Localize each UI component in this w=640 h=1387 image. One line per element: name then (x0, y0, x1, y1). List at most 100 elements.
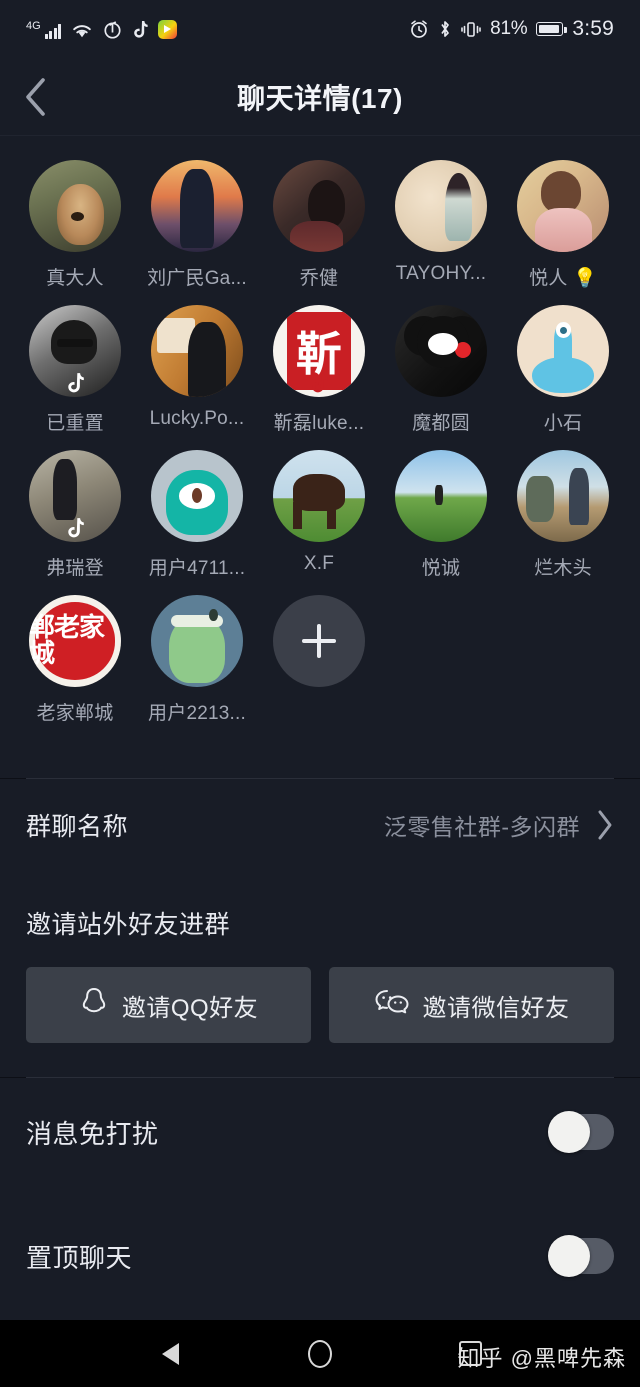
toggle-knob (548, 1235, 590, 1277)
member-item[interactable]: 乔健 (258, 160, 380, 290)
member-item[interactable]: 靳 靳磊luke... (258, 305, 380, 435)
invite-wechat-label: 邀请微信好友 (422, 994, 570, 1022)
member-name: Lucky.Po... (149, 408, 245, 429)
member-item[interactable]: 用户2213... (136, 595, 258, 725)
member-item[interactable]: 魔都圆 (380, 305, 502, 435)
toggles-section: 消息免打扰 置顶聊天 (0, 1078, 640, 1302)
netease-music-icon (103, 20, 122, 39)
member-name: 悦诚 (421, 558, 461, 579)
qq-penguin-icon (79, 986, 109, 1025)
avatar (29, 450, 121, 542)
toggle-label-mute: 消息免打扰 (26, 1118, 159, 1149)
member-name: 已重置 (46, 413, 104, 434)
member-name: TAYOHY... (395, 263, 487, 284)
status-bar-left: 4G (26, 19, 178, 39)
member-row: 真大人 刘广民Ga... 乔健 TAYOHY... 悦人 💡 (0, 160, 640, 290)
member-name: X.F (303, 553, 335, 574)
group-name-row[interactable]: 群聊名称 泛零售社群-多闪群 (0, 779, 640, 871)
member-item[interactable]: 悦人 💡 (502, 160, 624, 290)
douyin-badge-icon (65, 372, 85, 394)
member-row: 已重置 Lucky.Po... 靳 靳磊luke... 魔都圆 小石 (0, 305, 640, 435)
toggle-row-mute[interactable]: 消息免打扰 (0, 1086, 640, 1178)
vibrate-icon (461, 20, 481, 39)
member-item[interactable]: 悦诚 (380, 450, 502, 580)
member-name: 小石 (543, 413, 583, 434)
watermark: 知乎 @黑啤先森 (457, 1346, 626, 1371)
mute-toggle-switch[interactable] (548, 1111, 614, 1153)
toggle-row-pin[interactable]: 置顶聊天 (0, 1210, 640, 1302)
toggle-label-pin: 置顶聊天 (26, 1242, 133, 1273)
member-item[interactable]: 郸老家城 老家郸城 (14, 595, 136, 725)
member-name: 弗瑞登 (46, 558, 104, 579)
toggle-knob (548, 1111, 590, 1153)
avatar (273, 450, 365, 542)
member-slot-empty (502, 595, 624, 725)
member-item[interactable]: Lucky.Po... (136, 305, 258, 435)
avatar (151, 595, 243, 687)
member-name: 老家郸城 (36, 703, 114, 724)
invite-section-title: 邀请站外好友进群 (26, 911, 231, 939)
battery-icon (536, 22, 567, 36)
douyin-badge-icon (65, 517, 85, 539)
member-name: 乔健 (299, 268, 339, 289)
avatar (151, 305, 243, 397)
member-item[interactable]: 弗瑞登 (14, 450, 136, 580)
member-item[interactable]: 小石 (502, 305, 624, 435)
add-member-button[interactable] (273, 595, 365, 687)
avatar: 靳 (273, 305, 365, 397)
nav-home-button[interactable] (245, 1339, 395, 1368)
status-bar-right: 81% 3:59 (409, 17, 614, 41)
section-gap (0, 750, 640, 778)
member-item[interactable]: 已重置 (14, 305, 136, 435)
member-grid: 真大人 刘广民Ga... 乔健 TAYOHY... 悦人 💡 已重置 Lucky… (0, 136, 640, 750)
member-name: 用户4711... (148, 558, 246, 579)
avatar (517, 305, 609, 397)
member-row: 弗瑞登 用户4711... X.F 悦诚 烂木头 (0, 450, 640, 580)
invite-section: 邀请站外好友进群 邀请QQ好友 邀请微信好友 (0, 871, 640, 1077)
douyin-badge-icon (187, 372, 207, 394)
avatar-seal-text: 靳 (296, 327, 342, 381)
member-item[interactable]: 烂木头 (502, 450, 624, 580)
avatar (151, 450, 243, 542)
nav-back-triangle-icon (161, 1342, 179, 1365)
avatar (29, 160, 121, 252)
back-button[interactable] (0, 58, 72, 136)
avatar (395, 450, 487, 542)
bluetooth-icon (438, 19, 452, 39)
member-name: 烂木头 (534, 558, 592, 579)
system-nav-bar: 知乎 @黑啤先森 (0, 1320, 640, 1387)
invite-buttons-row: 邀请QQ好友 邀请微信好友 (0, 941, 640, 1077)
member-name: 魔都圆 (412, 413, 470, 434)
app-icon (158, 19, 178, 39)
wechat-icon (374, 987, 410, 1024)
invite-qq-button[interactable]: 邀请QQ好友 (26, 967, 311, 1043)
page-header: 聊天详情(17) (0, 58, 640, 136)
invite-wechat-button[interactable]: 邀请微信好友 (329, 967, 614, 1043)
pin-toggle-switch[interactable] (548, 1235, 614, 1277)
clock-label: 3:59 (572, 17, 614, 40)
avatar (395, 160, 487, 252)
avatar-seal-text: 郸老家城 (29, 613, 105, 669)
plus-icon (273, 595, 365, 687)
member-name: 用户2213... (148, 703, 246, 724)
status-bar: 4G 81% 3:59 (0, 0, 640, 58)
member-item[interactable]: TAYOHY... (380, 160, 502, 290)
member-item[interactable]: 刘广民Ga... (136, 160, 258, 290)
invite-qq-label: 邀请QQ好友 (121, 994, 259, 1022)
nav-back-button[interactable] (95, 1342, 245, 1365)
alarm-clock-icon (409, 19, 429, 39)
member-item[interactable]: 用户4711... (136, 450, 258, 580)
add-member-item[interactable] (258, 595, 380, 725)
member-item[interactable]: X.F (258, 450, 380, 580)
avatar (517, 160, 609, 252)
member-slot-empty (380, 595, 502, 725)
member-name: 靳磊luke... (273, 413, 365, 434)
avatar (395, 305, 487, 397)
group-name-value: 泛零售社群-多闪群 (383, 814, 580, 840)
battery-percent-label: 81% (490, 18, 528, 39)
back-chevron-icon (23, 76, 49, 118)
chevron-right-icon (596, 809, 614, 841)
group-name-label: 群聊名称 (26, 813, 129, 841)
member-item[interactable]: 真大人 (14, 160, 136, 290)
nav-home-circle-icon (308, 1339, 332, 1368)
